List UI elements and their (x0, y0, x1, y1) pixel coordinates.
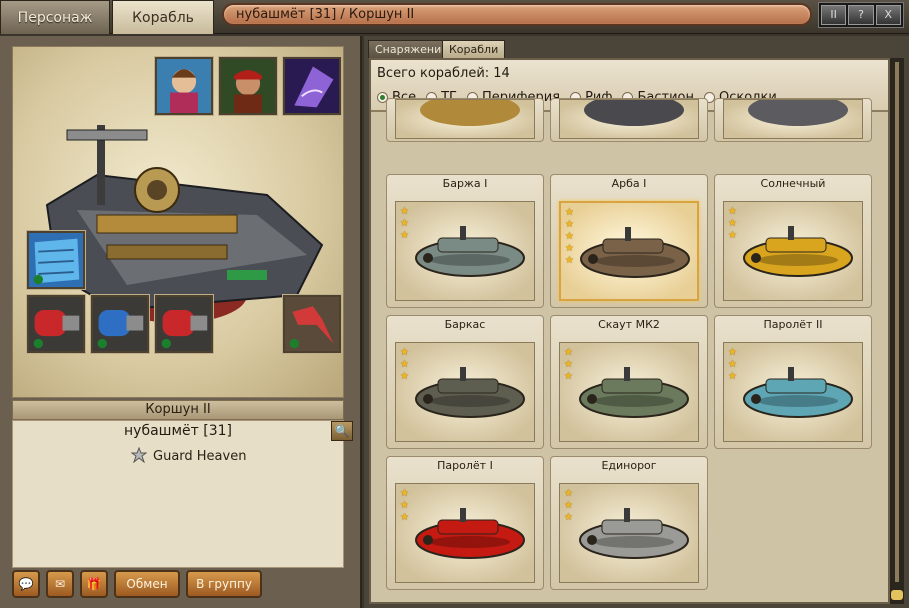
ships-content: Всего кораблей: 14 Все ТГ Периферия Риф … (369, 58, 890, 604)
ship-card-image: ★ ★ ★ ★ ★ (559, 201, 699, 301)
ship-card-name: Паролёт I (437, 459, 493, 472)
guild-star-icon (131, 447, 147, 463)
armor-slot[interactable] (27, 231, 85, 289)
ship-card-name: Паролёт II (763, 318, 823, 331)
scroll-thumb[interactable] (891, 590, 903, 600)
ship-card-name: Скаут МК2 (598, 318, 660, 331)
owner-info: нубашмёт [31] 🔍 Guard Heaven (12, 420, 353, 568)
close-button[interactable]: X (875, 5, 901, 25)
ship-card[interactable]: Паролёт I ★ ★ ★ (386, 456, 544, 590)
ship-card-image: ★ ★ ★ (559, 483, 699, 583)
cannon-slot-3[interactable] (155, 295, 213, 353)
ship-icon (743, 226, 853, 277)
help-button[interactable]: ? (848, 5, 874, 25)
gift-icon[interactable]: 🎁 (80, 570, 108, 598)
ship-grid: Баржа I ★ ★ ★ Арба I ★ ★ ★ ★ ★ Солнечный ★ ★ ★ Баркас ★… (371, 98, 888, 602)
window-controls: II ? X (818, 2, 904, 28)
flag-slot[interactable] (283, 57, 341, 115)
star-icon: ★ (400, 206, 409, 217)
ship-icon (579, 367, 689, 418)
star-icon: ★ (564, 347, 573, 358)
ship-card[interactable]: Единорог ★ ★ ★ (550, 456, 708, 590)
invite-group-button[interactable]: В группу (186, 570, 262, 598)
ship-card-image: ★ ★ ★ (395, 201, 535, 301)
window-title: нубашмёт [31] / Коршун II (222, 3, 812, 26)
crew-slot-1[interactable] (155, 57, 213, 115)
ship-card[interactable]: Солнечный ★ ★ ★ (714, 174, 872, 308)
tab-character[interactable]: Персонаж (0, 0, 110, 34)
grapple-slot[interactable] (283, 295, 341, 353)
star-icon: ★ (400, 488, 409, 499)
ship-card[interactable]: Скаут МК2 ★ ★ ★ (550, 315, 708, 449)
trade-button[interactable]: Обмен (114, 570, 180, 598)
ship-icon (415, 367, 525, 418)
cannon-slot-1[interactable] (27, 295, 85, 353)
chat-icon[interactable]: 💬 (12, 570, 40, 598)
star-icon: ★ (728, 206, 737, 217)
ship-card-name: Солнечный (760, 177, 826, 190)
ship-card-partial[interactable] (386, 98, 544, 142)
ship-card-name: Единорог (601, 459, 657, 472)
ship-icon (743, 367, 853, 418)
mail-icon[interactable]: ✉ (46, 570, 74, 598)
ship-card[interactable]: Баржа I ★ ★ ★ (386, 174, 544, 308)
ship-view (12, 46, 344, 398)
ship-card-name: Арба I (611, 177, 647, 190)
star-icon: ★ (564, 488, 573, 499)
ship-card-name: Баржа I (442, 177, 488, 190)
ship-icon (579, 508, 689, 559)
ship-card-partial[interactable] (550, 98, 708, 142)
action-buttons: 💬 ✉ 🎁 Обмен В группу (12, 570, 262, 600)
scrollbar[interactable] (890, 58, 904, 604)
inspect-button[interactable]: 🔍 (331, 421, 353, 441)
ship-panel: Коршун II нубашмёт [31] 🔍 Guard Heaven 💬… (0, 36, 362, 608)
ship-card-image: ★ ★ ★ (723, 201, 863, 301)
ship-icon (415, 508, 525, 559)
ship-card[interactable]: Арба I ★ ★ ★ ★ ★ (550, 174, 708, 308)
ship-icon (580, 227, 690, 278)
ship-card-image: ★ ★ ★ (559, 342, 699, 442)
ship-card-image: ★ ★ ★ (723, 342, 863, 442)
ship-card[interactable]: Баркас ★ ★ ★ (386, 315, 544, 449)
ship-icon (415, 226, 525, 277)
star-icon: ★ (400, 347, 409, 358)
ships-panel: Снаряжение Корабли Всего кораблей: 14 Вс… (364, 36, 909, 608)
pause-button[interactable]: II (821, 5, 847, 25)
star-icon: ★ (728, 347, 737, 358)
ship-card-image: ★ ★ ★ (395, 483, 535, 583)
ship-card-partial[interactable] (714, 98, 872, 142)
crew-slot-2[interactable] (219, 57, 277, 115)
ship-card-name: Баркас (444, 318, 486, 331)
ship-name: Коршун II (12, 400, 344, 420)
ship-card-image: ★ ★ ★ (395, 342, 535, 442)
tab-ship[interactable]: Корабль (112, 0, 214, 34)
scroll-track (895, 62, 899, 582)
total-ships: Всего кораблей: 14 (377, 66, 510, 81)
guild-name: Guard Heaven (153, 449, 247, 464)
owner-name: нубашмёт [31] (124, 423, 232, 439)
cannon-slot-2[interactable] (91, 295, 149, 353)
ship-card[interactable]: Паролёт II ★ ★ ★ (714, 315, 872, 449)
star-icon: ★ (565, 207, 574, 218)
top-bar: Персонаж Корабль нубашмёт [31] / Коршун … (0, 0, 909, 34)
tab-ships[interactable]: Корабли (442, 40, 506, 58)
